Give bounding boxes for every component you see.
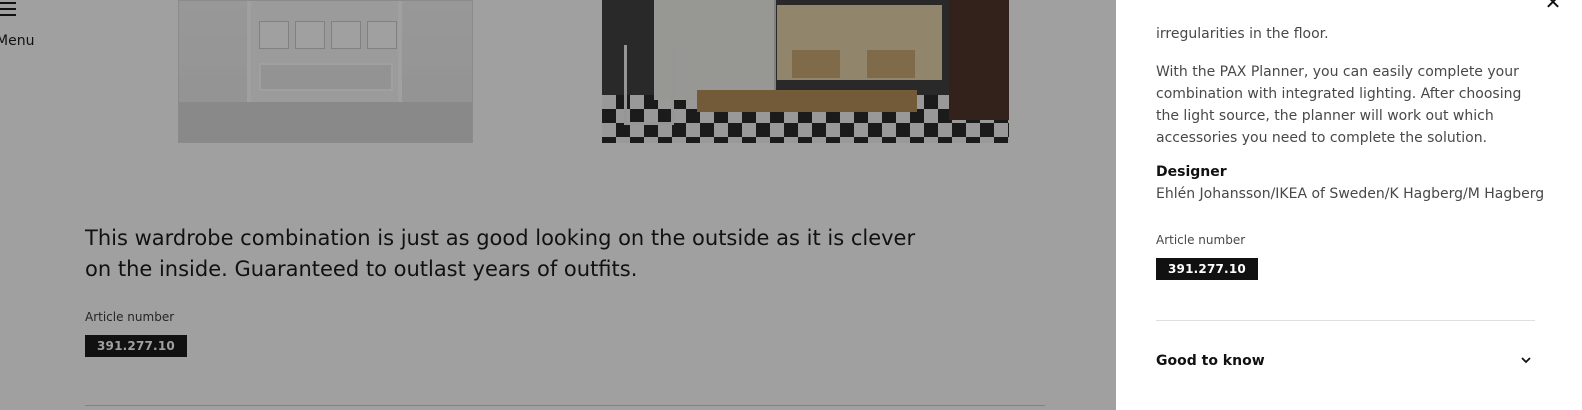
good-to-know-accordion[interactable]: Good to know xyxy=(1156,353,1535,375)
designer-heading: Designer xyxy=(1156,164,1227,180)
designer-name: Ehlén Johansson/IKEA of Sweden/K Hagberg… xyxy=(1156,186,1545,202)
panel-article-number-label: Article number xyxy=(1156,233,1246,247)
close-icon[interactable]: ✕ xyxy=(1543,0,1563,12)
modal-backdrop[interactable] xyxy=(0,0,1116,410)
panel-divider xyxy=(1156,320,1535,321)
chevron-down-icon[interactable] xyxy=(1521,355,1531,365)
pax-planner-text: With the PAX Planner, you can easily com… xyxy=(1156,64,1522,146)
good-to-know-label: Good to know xyxy=(1156,353,1265,369)
panel-article-number-badge: 391.277.10 xyxy=(1156,258,1258,280)
details-text-fragment: irregularities in the floor. xyxy=(1156,26,1329,42)
